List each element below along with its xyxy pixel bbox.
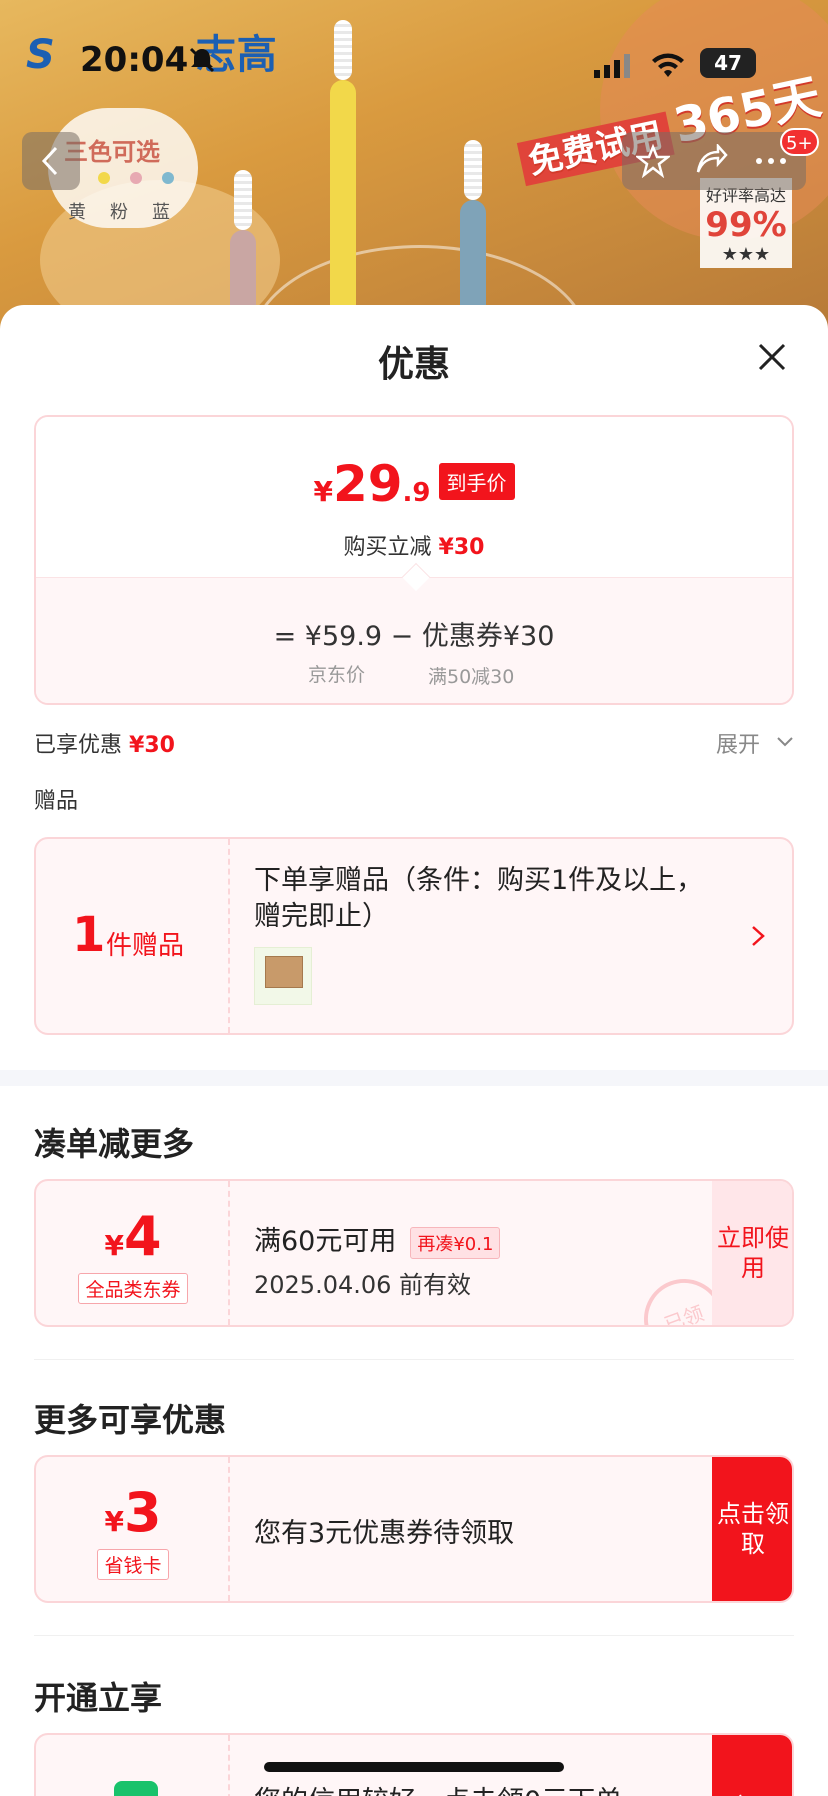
offer-icon-block [36,1735,230,1796]
coupon-expiry: 2025.04.06 前有效 [254,1271,472,1299]
final-price-tag: 到手价 [438,463,515,500]
wifi-icon [652,53,684,77]
coupon-type: 省钱卡 [36,1549,230,1580]
message-count-badge: 5+ [780,128,819,156]
color-dot-blue [162,172,174,184]
color-label-pink: 粉 [110,202,128,223]
app-root: S 志高 三色可选 黄 粉 蓝 免费试用365天 好评率高达 99% ★★★ 20… [0,0,828,1796]
gift-thumbnail [254,947,312,1005]
gift-count: 1 [72,907,106,963]
price-equation: = ¥59.9 − 优惠券¥30 京东价 满50减30 [36,577,792,703]
coupon-rule-label: 满50减30 [428,666,515,688]
savings-card-coupon: ¥3 省钱卡 您有3元优惠券待领取 点击领取 [34,1455,794,1603]
coupon-value-block: ¥3 省钱卡 [36,1457,230,1601]
battery-indicator: 47 [700,48,756,78]
toothbrush-yellow [330,20,356,330]
coupon-value-block: ¥4 全品类东券 [36,1181,230,1325]
color-dot-pink [130,172,142,184]
section-title-more-discount: 更多可享优惠 [34,1401,227,1439]
rating-badge: 好评率高达 99% ★★★ [700,178,792,268]
gifts-heading: 赠品 [34,789,79,814]
enjoyed-discount: 已享优惠 ¥30 [34,733,175,758]
credit-offer-button[interactable]: 立即 [712,1735,792,1796]
star-favorite-icon[interactable] [636,144,670,178]
chevron-left-icon [41,146,58,176]
coupon-message: 您有3元优惠券待领取 [254,1518,515,1549]
discount-sheet: 优惠 ¥29.9 到手价 购买立减 ¥30 = ¥59.9 − 优惠券¥30 京东… [0,305,828,1796]
top-tools-group [622,132,806,190]
price-breakdown-card: ¥29.9 到手价 购买立减 ¥30 = ¥59.9 − 优惠券¥30 京东价 满… [34,415,794,705]
credit-offer-text: 您的信用较好，点击领0元下单 [254,1779,622,1796]
status-bar: 20:04 47 [0,0,828,110]
color-label-yellow: 黄 [68,202,86,223]
chevron-down-icon[interactable] [776,733,794,751]
mute-bell-icon [189,47,215,73]
coupon-condition: 满60元可用 再凑¥0.1 [254,1219,501,1259]
clock: 20:04 [80,40,189,80]
coupon-type: 全品类东券 [36,1273,230,1304]
coupon-amount: ¥4 [104,1205,162,1268]
gift-count-block: 1 件赠品 [36,839,230,1033]
jd-price-label: 京东价 [308,664,366,686]
claim-coupon-button[interactable]: 点击领取 [712,1457,792,1601]
expand-button[interactable]: 展开 [716,727,760,759]
section-title-open: 开通立享 [34,1679,163,1717]
signal-icon [594,54,630,78]
gift-card[interactable]: 1 件赠品 下单享赠品（条件：购买1件及以上，赠完即止） [34,837,794,1035]
color-label-blue: 蓝 [152,202,170,223]
share-icon[interactable] [694,144,728,178]
back-button[interactable] [22,132,80,190]
remaining-amount-pill: 再凑¥0.1 [410,1226,501,1259]
coupon-card: ¥4 全品类东券 满60元可用 再凑¥0.1 2025.04.06 前有效 已领 … [34,1179,794,1327]
shopping-bag-icon [114,1781,158,1796]
sheet-title: 优惠 [377,344,450,385]
price-equation-text: = ¥59.9 − 优惠券¥30 [273,621,555,652]
final-price: ¥29.9 到手价 [36,455,792,513]
gift-description: 下单享赠品（条件：购买1件及以上，赠完即止） [254,865,704,932]
color-dot-yellow [98,172,110,184]
price-currency: ¥ [313,475,333,508]
coupon-amount: ¥3 [104,1481,162,1544]
section-separator [34,1635,794,1636]
close-icon[interactable] [756,341,788,373]
instant-discount-line: 购买立减 ¥30 [343,535,485,560]
section-divider [0,1070,828,1086]
section-separator [34,1359,794,1360]
section-title-more-order: 凑单减更多 [34,1125,195,1163]
gift-box-icon [265,956,303,988]
chevron-right-icon [752,926,765,946]
price-decimal: .9 [402,478,431,508]
home-indicator [264,1762,564,1772]
gift-count-label: 件赠品 [106,931,185,961]
price-summary: ¥29.9 到手价 购买立减 ¥30 [36,417,792,577]
price-integer: 29 [332,455,403,513]
use-coupon-button[interactable]: 立即使用 [712,1181,792,1325]
